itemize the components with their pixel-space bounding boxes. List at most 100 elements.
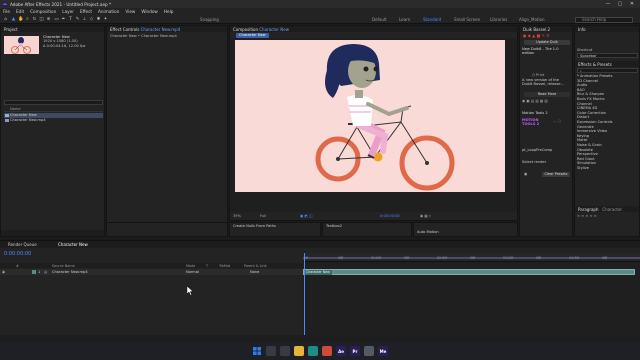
view-options-icon[interactable]: ◉ ▦ ⌗ <box>420 214 431 218</box>
layer-mode-dropdown[interactable]: Normal <box>186 270 199 274</box>
preset-icon[interactable]: ▣ <box>524 172 527 176</box>
info-tab[interactable]: Info <box>575 26 639 32</box>
type-tool-icon[interactable]: T <box>68 17 73 22</box>
after-effects-logo: Ae <box>2 1 8 7</box>
motion-tools-slider[interactable]: — ○ <box>553 119 561 123</box>
textbox-panel[interactable]: Textbox2 <box>322 222 412 237</box>
current-time-indicator[interactable] <box>304 253 305 343</box>
close-button[interactable]: ✕ <box>626 0 638 8</box>
search-help-input[interactable]: Search Help <box>575 16 633 23</box>
taskbar-after-effects-icon[interactable]: Ae <box>336 346 346 356</box>
update-duik-button[interactable]: Update Duik <box>524 40 570 45</box>
nulls-from-paths-panel[interactable]: Create Nulls From Paths <box>229 222 321 237</box>
effects-presets-tab[interactable]: Effects & Presets <box>575 61 639 67</box>
maximize-button[interactable]: ▢ <box>614 0 626 8</box>
menu-animation[interactable]: Animation <box>98 9 119 14</box>
shortcut-select[interactable]: Spacebar <box>577 53 638 58</box>
rectangle-tool-icon[interactable]: ▭ <box>54 17 59 22</box>
auto-motion-panel[interactable]: Auto Motion <box>413 222 518 237</box>
pen-tool-icon[interactable]: ✒ <box>61 17 66 22</box>
duik-tab[interactable]: Duik Bassel.2 <box>520 26 572 32</box>
project-column-header[interactable]: Name <box>4 107 103 112</box>
taskbar-file-explorer-icon[interactable] <box>294 346 304 356</box>
paragraph-align-icons[interactable]: ≡ ≡ ≡ ≡ ≡ <box>577 214 597 219</box>
workspace-standard[interactable]: Standard <box>423 17 441 22</box>
minimize-button[interactable]: — <box>602 0 614 8</box>
taskbar-chrome-icon[interactable] <box>322 346 332 356</box>
effects-search-input[interactable]: ⌕ <box>577 68 638 73</box>
workspace-learn[interactable]: Learn <box>399 17 410 22</box>
zoom-dropdown[interactable]: 39% <box>233 214 241 218</box>
paragraph-tab[interactable]: Paragraph <box>578 207 599 212</box>
menu-window[interactable]: Window <box>141 9 158 14</box>
puppet-tool-icon[interactable]: ✦ <box>103 17 108 22</box>
effect-category[interactable]: Expression Controls <box>577 120 613 125</box>
menu-help[interactable]: Help <box>164 9 174 14</box>
footage-icon: ▤ <box>44 269 48 274</box>
time-ruler[interactable]: 0f 06f 01:00f 06f 02:00f 06f 03:00f 06f … <box>303 253 640 262</box>
taskbar-settings-icon[interactable] <box>364 346 374 356</box>
workspace-default[interactable]: Default <box>372 17 387 22</box>
print-icon[interactable]: ⎙ Print <box>532 73 544 77</box>
timeline-comp-tab[interactable]: Character New <box>58 242 88 247</box>
grid-toggle-icon[interactable]: ▣ ◩ ◫ <box>300 214 312 218</box>
menu-edit[interactable]: Edit <box>16 9 24 14</box>
menu-effect[interactable]: Effect <box>80 9 92 14</box>
effect-category[interactable]: * Animation Presets <box>577 74 613 79</box>
selection-tool-icon[interactable]: ▲ <box>11 17 16 22</box>
menu-composition[interactable]: Composition <box>30 9 56 14</box>
auto-motion-label: Auto Motion <box>417 230 439 234</box>
character-tab[interactable]: Character <box>602 207 622 212</box>
timeline-current-time[interactable]: 0:00:00:00 <box>4 251 31 257</box>
home-icon[interactable]: ⌂ <box>3 17 8 22</box>
workspace-libraries[interactable]: Libraries <box>490 17 507 22</box>
duik-toolbar-icons[interactable]: ● ◆ ▲ ■ ✎ ⚙ <box>523 33 550 38</box>
window-title: Adobe After Effects 2021 - Untitled Proj… <box>10 1 112 7</box>
visibility-eye-icon[interactable]: ◉ <box>2 270 5 274</box>
taskbar-task-view-icon[interactable] <box>280 346 290 356</box>
workspace-small-screen[interactable]: Small Screen <box>454 17 480 22</box>
taskbar-media-encoder-icon[interactable]: Me <box>378 346 388 356</box>
update-message: A new version of the Duik8 Bassel, relea… <box>522 78 564 87</box>
eraser-tool-icon[interactable]: ◇ <box>89 17 94 22</box>
project-tab[interactable]: Project <box>1 26 104 32</box>
camera-tool-icon[interactable]: ◫ <box>39 17 44 22</box>
composition-viewer[interactable] <box>235 40 505 192</box>
layer-name[interactable]: Character New.mp4 <box>52 270 88 274</box>
project-item[interactable]: Character New.mp4 <box>4 118 103 123</box>
taskbar-search-icon[interactable] <box>266 346 276 356</box>
taskbar-edge-icon[interactable] <box>308 346 318 356</box>
effect-controls-tab[interactable]: Effect Controls Character New.mp4 <box>107 26 227 32</box>
timeline-layer-row[interactable]: ◉ 1 ▤ Character New.mp4 Normal None <box>0 269 303 275</box>
clone-stamp-tool-icon[interactable]: ⊥ <box>82 17 87 22</box>
taskbar-premiere-icon[interactable]: Pr <box>350 346 360 356</box>
menu-view[interactable]: View <box>125 9 135 14</box>
rotate-tool-icon[interactable]: ↻ <box>32 17 37 22</box>
render-queue-tab[interactable]: Render Queue <box>8 242 37 247</box>
character-on-bicycle-illustration <box>315 44 455 191</box>
resolution-dropdown[interactable]: Full <box>260 214 266 218</box>
effect-category[interactable]: Stylize <box>577 166 613 171</box>
menu-layer[interactable]: Layer <box>62 9 74 14</box>
taskbar-start-icon[interactable] <box>252 346 262 356</box>
zoom-tool-icon[interactable]: ⌕ <box>25 17 30 22</box>
duik-icon-row[interactable]: ◉ ▣ ▤ ▥ ▦ ▧ <box>522 99 548 103</box>
layer-label-color[interactable] <box>32 270 36 274</box>
timeline-track-area[interactable]: 0f 06f 01:00f 06f 02:00f 06f 03:00f 06f … <box>303 253 640 343</box>
composition-icon <box>5 114 9 117</box>
comp-breadcrumb-tag[interactable]: Character New <box>236 32 269 38</box>
current-time-display[interactable]: 0:00:00:00 <box>380 214 400 218</box>
read-more-button[interactable]: Read More <box>524 92 570 97</box>
brush-tool-icon[interactable]: ✎ <box>75 17 80 22</box>
layer-duration-bar[interactable]: Character New <box>303 269 635 275</box>
menu-file[interactable]: File <box>3 9 10 14</box>
snapping-toggle[interactable]: Snapping <box>200 17 219 22</box>
hand-tool-icon[interactable]: ✋ <box>18 17 24 22</box>
project-footer <box>1 230 104 236</box>
pan-behind-tool-icon[interactable]: ⊕ <box>46 17 51 22</box>
layer-parent-dropdown[interactable]: None <box>250 270 259 274</box>
project-search-input[interactable] <box>4 100 103 105</box>
roto-brush-tool-icon[interactable]: ✱ <box>96 17 101 22</box>
clear-presets-button[interactable]: Clear Presets <box>542 172 570 177</box>
workspace-align-motion[interactable]: Align_Motion <box>519 17 545 22</box>
